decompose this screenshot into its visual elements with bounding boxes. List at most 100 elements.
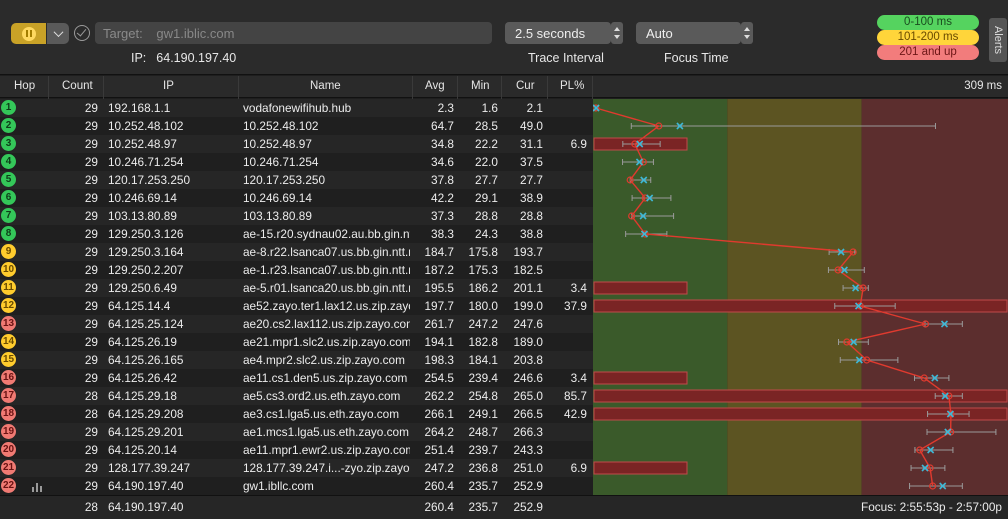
header-ip[interactable]: IP [163, 80, 174, 92]
target-input[interactable]: Target: gw1.iblic.com [95, 22, 492, 44]
table-row[interactable]: 22 29 64.190.197.40 gw1.ibllc.com 260.4 235.7… [0, 477, 593, 495]
count-cell: 29 [84, 101, 98, 115]
count-cell: 29 [84, 119, 98, 133]
ip-value: 64.190.197.40 [156, 51, 237, 65]
legend-yellow: 101-200 ms [877, 30, 979, 45]
table-row[interactable]: 6 29 10.246.69.14 10.246.69.14 42.2 29.1 38.9 [0, 189, 593, 207]
table-row[interactable]: 1 29 192.168.1.1 vodafonewifihub.hub 2.3 1.6 2… [0, 99, 593, 117]
ip-cell: 64.125.14.4 [108, 299, 171, 313]
ip-cell: 129.250.2.207 [108, 263, 184, 277]
name-cell: ae5.cs3.ord2.us.eth.zayo.com [243, 389, 401, 403]
count-cell: 29 [84, 299, 98, 313]
check-icon[interactable] [74, 25, 90, 41]
hop-badge: 16 [1, 370, 16, 385]
avg-cell: 42.2 [431, 191, 454, 205]
table-row[interactable]: 2 29 10.252.48.102 10.252.48.102 64.7 28.5 49.… [0, 117, 593, 135]
table-row[interactable]: 8 29 129.250.3.126 ae-15.r20.sydnau02.au.bb… [0, 225, 593, 243]
ip-cell: 129.250.3.164 [108, 245, 184, 259]
count-cell: 29 [84, 173, 98, 187]
count-cell: 28 [84, 389, 98, 403]
table-row[interactable]: 18 28 64.125.29.208 ae3.cs1.lga5.us.eth.zay… [0, 405, 593, 423]
header-avg[interactable]: Avg [425, 80, 445, 92]
table-row[interactable]: 13 29 64.125.25.124 ae20.cs2.lax112.us.zip.… [0, 315, 593, 333]
count-cell: 29 [84, 209, 98, 223]
avg-cell: 38.3 [431, 227, 454, 241]
header-cur[interactable]: Cur [516, 80, 535, 92]
cur-cell: 247.6 [513, 317, 543, 331]
hop-badge: 12 [1, 298, 16, 313]
min-cell: 184.1 [468, 353, 498, 367]
hop-badge: 7 [1, 208, 16, 223]
header-hop[interactable]: Hop [14, 80, 35, 92]
avg-cell: 195.5 [424, 281, 454, 295]
ip-cell: 64.125.29.18 [108, 389, 177, 403]
cur-cell: 182.5 [513, 263, 543, 277]
min-cell: 28.5 [475, 119, 498, 133]
focus-time-select[interactable]: Auto [636, 22, 741, 44]
graph-zone-0 [593, 99, 728, 495]
table-row[interactable]: 11 29 129.250.6.49 ae-5.r01.lsanca20.us.bb.… [0, 279, 593, 297]
focus-time-stepper[interactable] [741, 22, 753, 44]
cur-cell: 243.3 [513, 443, 543, 457]
table-row[interactable]: 4 29 10.246.71.254 10.246.71.254 34.6 22.0 37.… [0, 153, 593, 171]
table-row[interactable]: 3 29 10.252.48.97 10.252.48.97 34.8 22.2 31.1 6… [0, 135, 593, 153]
hop-badge: 14 [1, 334, 16, 349]
count-cell: 29 [84, 479, 98, 493]
pl-cell: 6.9 [570, 461, 587, 475]
ip-cell: 103.13.80.89 [108, 209, 177, 223]
ip-cell: 10.252.48.102 [108, 119, 184, 133]
name-cell: 120.17.253.250 [243, 173, 326, 187]
cur-cell: 31.1 [520, 137, 543, 151]
hop-badge: 5 [1, 172, 16, 187]
header-count[interactable]: Count [62, 80, 93, 92]
graph-bars-icon[interactable] [31, 482, 45, 492]
table-row[interactable]: 10 29 129.250.2.207 ae-1.r23.lsanca07.us.bb… [0, 261, 593, 279]
alerts-tab[interactable]: Alerts [989, 18, 1007, 62]
count-cell: 29 [84, 245, 98, 259]
header-name[interactable]: Name [310, 80, 341, 92]
min-cell: 239.7 [468, 443, 498, 457]
pause-button[interactable] [11, 23, 46, 44]
header-pl[interactable]: PL% [560, 80, 584, 92]
table-row[interactable]: 12 29 64.125.14.4 ae52.zayo.ter1.lax12.us.z… [0, 297, 593, 315]
focus-range: Focus: 2:55:53p - 2:57:00p [860, 500, 1002, 514]
count-cell: 29 [84, 317, 98, 331]
table-row[interactable]: 15 29 64.125.26.165 ae4.mpr2.slc2.us.zip.za… [0, 351, 593, 369]
name-cell: ae21.mpr1.slc2.us.zip.zayo.com [243, 335, 410, 349]
count-cell: 29 [84, 353, 98, 367]
count-cell: 29 [84, 461, 98, 475]
table-row[interactable]: 14 29 64.125.26.19 ae21.mpr1.slc2.us.zip.za… [0, 333, 593, 351]
name-cell: ae1.mcs1.lga5.us.eth.zayo.com [243, 425, 409, 439]
hop-badge: 21 [1, 460, 16, 475]
table-row[interactable]: 21 29 128.177.39.247 128.177.39.247.i...-zy… [0, 459, 593, 477]
ip-cell: 64.125.20.14 [108, 443, 177, 457]
options-dropdown-button[interactable] [47, 23, 69, 44]
summary-row: 28 64.190.197.40 260.4 235.7 252.9 Focus… [0, 495, 1008, 519]
chevron-down-icon [53, 27, 63, 38]
table-row[interactable]: 16 29 64.125.26.42 ae11.cs1.den5.us.zip.zay… [0, 369, 593, 387]
footer-cur: 252.9 [513, 500, 543, 514]
hop-badge: 11 [1, 280, 16, 295]
min-cell: 254.8 [468, 389, 498, 403]
packet-loss-bar [593, 281, 688, 295]
trace-interval-label: Trace Interval [528, 51, 604, 65]
table-row[interactable]: 19 29 64.125.29.201 ae1.mcs1.lga5.us.eth.za… [0, 423, 593, 441]
trace-interval-select[interactable]: 2.5 seconds [505, 22, 611, 44]
table-row[interactable]: 20 29 64.125.20.14 ae11.mpr1.ewr2.us.zip.za… [0, 441, 593, 459]
count-cell: 29 [84, 371, 98, 385]
table-row[interactable]: 7 29 103.13.80.89 103.13.80.89 37.3 28.8 28.8 [0, 207, 593, 225]
table-row[interactable]: 5 29 120.17.253.250 120.17.253.250 37.8 27.7 2… [0, 171, 593, 189]
table-row[interactable]: 17 28 64.125.29.18 ae5.cs3.ord2.us.eth.zayo… [0, 387, 593, 405]
min-cell: 175.3 [468, 263, 498, 277]
table-row[interactable]: 9 29 129.250.3.164 ae-8.r22.lsanca07.us.bb.… [0, 243, 593, 261]
header-min[interactable]: Min [471, 80, 490, 92]
ip-cell: 64.125.26.19 [108, 335, 177, 349]
count-cell: 29 [84, 191, 98, 205]
name-cell: ae11.mpr1.ewr2.us.zip.zayo.com [243, 443, 410, 457]
ip-cell: 64.190.197.40 [108, 479, 184, 493]
name-cell: 128.177.39.247.i...-zyo.zip.zayo.com [243, 461, 410, 475]
count-cell: 29 [84, 443, 98, 457]
ip-cell: 128.177.39.247 [108, 461, 191, 475]
trace-interval-stepper[interactable] [611, 22, 623, 44]
table-header: Hop Count IP Name Avg Min Cur PL% 309 ms [0, 76, 1008, 98]
